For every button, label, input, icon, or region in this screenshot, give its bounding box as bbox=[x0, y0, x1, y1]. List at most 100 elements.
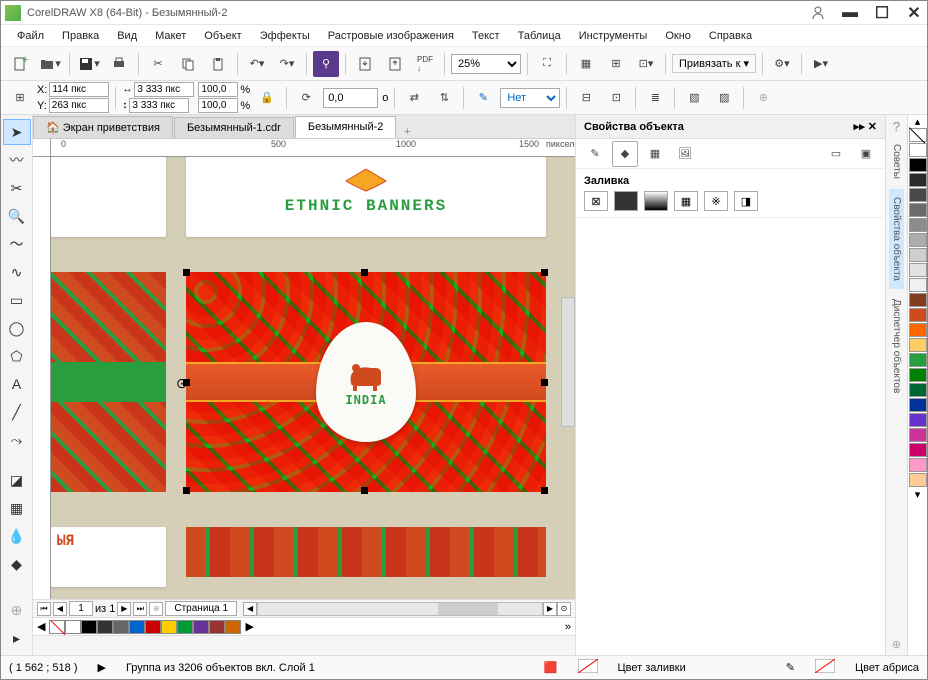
palette-up[interactable]: ▴ bbox=[908, 115, 927, 128]
panel-mode-1[interactable]: ▭ bbox=[823, 141, 849, 167]
menu-text[interactable]: Текст bbox=[464, 28, 508, 44]
fill-texture[interactable]: ※ bbox=[704, 191, 728, 211]
palette-h-swatch-6[interactable] bbox=[161, 620, 177, 634]
palette-left[interactable]: ◀ bbox=[33, 620, 49, 633]
color-swatch-7[interactable] bbox=[909, 248, 927, 262]
artistic-media-tool[interactable]: ∿ bbox=[3, 259, 31, 285]
color-swatch-15[interactable] bbox=[909, 368, 927, 382]
dock-add[interactable]: ⊕ bbox=[892, 638, 901, 651]
menu-file[interactable]: Файл bbox=[9, 28, 52, 44]
redo-button[interactable]: ↷▾ bbox=[274, 51, 300, 77]
dock-hints[interactable]: Советы bbox=[889, 136, 904, 187]
menu-view[interactable]: Вид bbox=[109, 28, 145, 44]
cut-button[interactable]: ✂ bbox=[145, 51, 171, 77]
ruler-horizontal[interactable]: 0 500 1000 1500 пикселей bbox=[51, 139, 575, 157]
status-next[interactable]: ▶ bbox=[98, 661, 106, 674]
pick-tool[interactable]: ➤ bbox=[3, 119, 31, 145]
rectangle-tool[interactable]: ▭ bbox=[3, 287, 31, 313]
color-swatch-22[interactable] bbox=[909, 473, 927, 487]
wrap-text-button[interactable]: ≣ bbox=[642, 85, 668, 111]
fill-tool[interactable]: ◆ bbox=[3, 551, 31, 577]
help-icon[interactable]: ? bbox=[893, 119, 900, 134]
scroll-right[interactable]: ▶ bbox=[543, 602, 557, 616]
expand-toolbox[interactable]: ▸ bbox=[3, 625, 31, 651]
palette-menu[interactable]: » bbox=[561, 621, 575, 633]
menu-object[interactable]: Объект bbox=[196, 28, 249, 44]
color-swatch-2[interactable] bbox=[909, 173, 927, 187]
freehand-tool[interactable]: 〜 bbox=[3, 231, 31, 257]
dropshadow-tool[interactable]: ◪ bbox=[3, 467, 31, 493]
export-button[interactable] bbox=[382, 51, 408, 77]
panel-fill-tab[interactable]: ◆ bbox=[612, 141, 638, 167]
connector-tool[interactable]: ⤳ bbox=[3, 427, 31, 453]
color-swatch-6[interactable] bbox=[909, 233, 927, 247]
palette-h-swatch-1[interactable] bbox=[81, 620, 97, 634]
fill-solid[interactable] bbox=[614, 191, 638, 211]
menu-edit[interactable]: Правка bbox=[54, 28, 107, 44]
fill-swatch-icon[interactable]: 🟥 bbox=[544, 661, 558, 674]
tab-doc1[interactable]: Безымянный-1.cdr bbox=[174, 117, 294, 138]
no-color-swatch[interactable] bbox=[49, 620, 65, 634]
color-swatch-17[interactable] bbox=[909, 398, 927, 412]
width-input[interactable] bbox=[134, 82, 194, 97]
menu-tools[interactable]: Инструменты bbox=[571, 28, 656, 44]
search-button[interactable]: ⚲ bbox=[313, 51, 339, 77]
color-swatch-19[interactable] bbox=[909, 428, 927, 442]
canvas[interactable]: ETHNIC BANNERS INDIA bbox=[51, 157, 575, 599]
snap-to-dropdown[interactable]: Привязать к ▾ bbox=[672, 54, 756, 73]
page-num-input[interactable] bbox=[69, 601, 93, 616]
menu-table[interactable]: Таблица bbox=[510, 28, 569, 44]
ruler-vertical[interactable] bbox=[33, 157, 51, 599]
panel-transparency-tab[interactable]: ▦ bbox=[642, 141, 668, 167]
fullscreen-button[interactable]: ⛶ bbox=[534, 51, 560, 77]
x-input[interactable] bbox=[49, 82, 109, 97]
mirror-h-button[interactable]: ⇄ bbox=[401, 85, 427, 111]
shape-tool[interactable]: 〰 bbox=[3, 147, 31, 173]
ruler-corner[interactable] bbox=[33, 139, 51, 157]
color-swatch-16[interactable] bbox=[909, 383, 927, 397]
copy-button[interactable] bbox=[175, 51, 201, 77]
palette-right[interactable]: ▶ bbox=[241, 620, 257, 633]
palette-h-swatch-8[interactable] bbox=[193, 620, 209, 634]
palette-down[interactable]: ▾ bbox=[908, 488, 927, 501]
color-swatch-14[interactable] bbox=[909, 353, 927, 367]
parallel-dim-tool[interactable]: ╱ bbox=[3, 399, 31, 425]
fill-none[interactable]: ⊠ bbox=[584, 191, 608, 211]
crop-tool[interactable]: ✂ bbox=[3, 175, 31, 201]
ungroup-button[interactable]: ⊟ bbox=[573, 85, 599, 111]
launch-button[interactable]: ▶▾ bbox=[808, 51, 834, 77]
guides-button[interactable]: ⊞ bbox=[603, 51, 629, 77]
object-origin-button[interactable]: ⊞ bbox=[7, 85, 33, 111]
panel-collapse[interactable]: ▸▸ ✕ bbox=[854, 120, 877, 133]
polygon-tool[interactable]: ⬠ bbox=[3, 343, 31, 369]
mirror-v-button[interactable]: ⇅ bbox=[431, 85, 457, 111]
user-icon[interactable] bbox=[809, 4, 827, 22]
quick-customise[interactable]: ⊕ bbox=[3, 597, 31, 623]
pdf-button[interactable]: PDF↓ bbox=[412, 51, 438, 77]
color-swatch-3[interactable] bbox=[909, 188, 927, 202]
save-button[interactable]: ▾ bbox=[76, 51, 102, 77]
palette-h-swatch-9[interactable] bbox=[209, 620, 225, 634]
order-front-button[interactable]: ▧ bbox=[681, 85, 707, 111]
outline-width-select[interactable]: Нет bbox=[500, 88, 560, 108]
menu-layout[interactable]: Макет bbox=[147, 28, 194, 44]
palette-h-swatch-3[interactable] bbox=[113, 620, 129, 634]
color-swatch-5[interactable] bbox=[909, 218, 927, 232]
color-swatch-21[interactable] bbox=[909, 458, 927, 472]
height-input[interactable] bbox=[129, 98, 189, 113]
color-swatch-4[interactable] bbox=[909, 203, 927, 217]
palette-h-swatch-4[interactable] bbox=[129, 620, 145, 634]
outline-pen-status-icon[interactable]: ✎ bbox=[786, 661, 795, 674]
panel-bitmap-tab[interactable]: 🖼 bbox=[672, 141, 698, 167]
color-swatch-12[interactable] bbox=[909, 323, 927, 337]
snap-button[interactable]: ⊡▾ bbox=[633, 51, 659, 77]
palette-h-swatch-10[interactable] bbox=[225, 620, 241, 634]
palette-h-swatch-0[interactable] bbox=[65, 620, 81, 634]
menu-help[interactable]: Справка bbox=[701, 28, 760, 44]
fill-postscript[interactable]: ◨ bbox=[734, 191, 758, 211]
color-swatch-9[interactable] bbox=[909, 278, 927, 292]
open-button[interactable]: ▾ bbox=[37, 51, 63, 77]
menu-bitmap[interactable]: Растровые изображения bbox=[320, 28, 462, 44]
fill-pattern[interactable]: ▦ bbox=[674, 191, 698, 211]
panel-mode-2[interactable]: ▣ bbox=[853, 141, 879, 167]
